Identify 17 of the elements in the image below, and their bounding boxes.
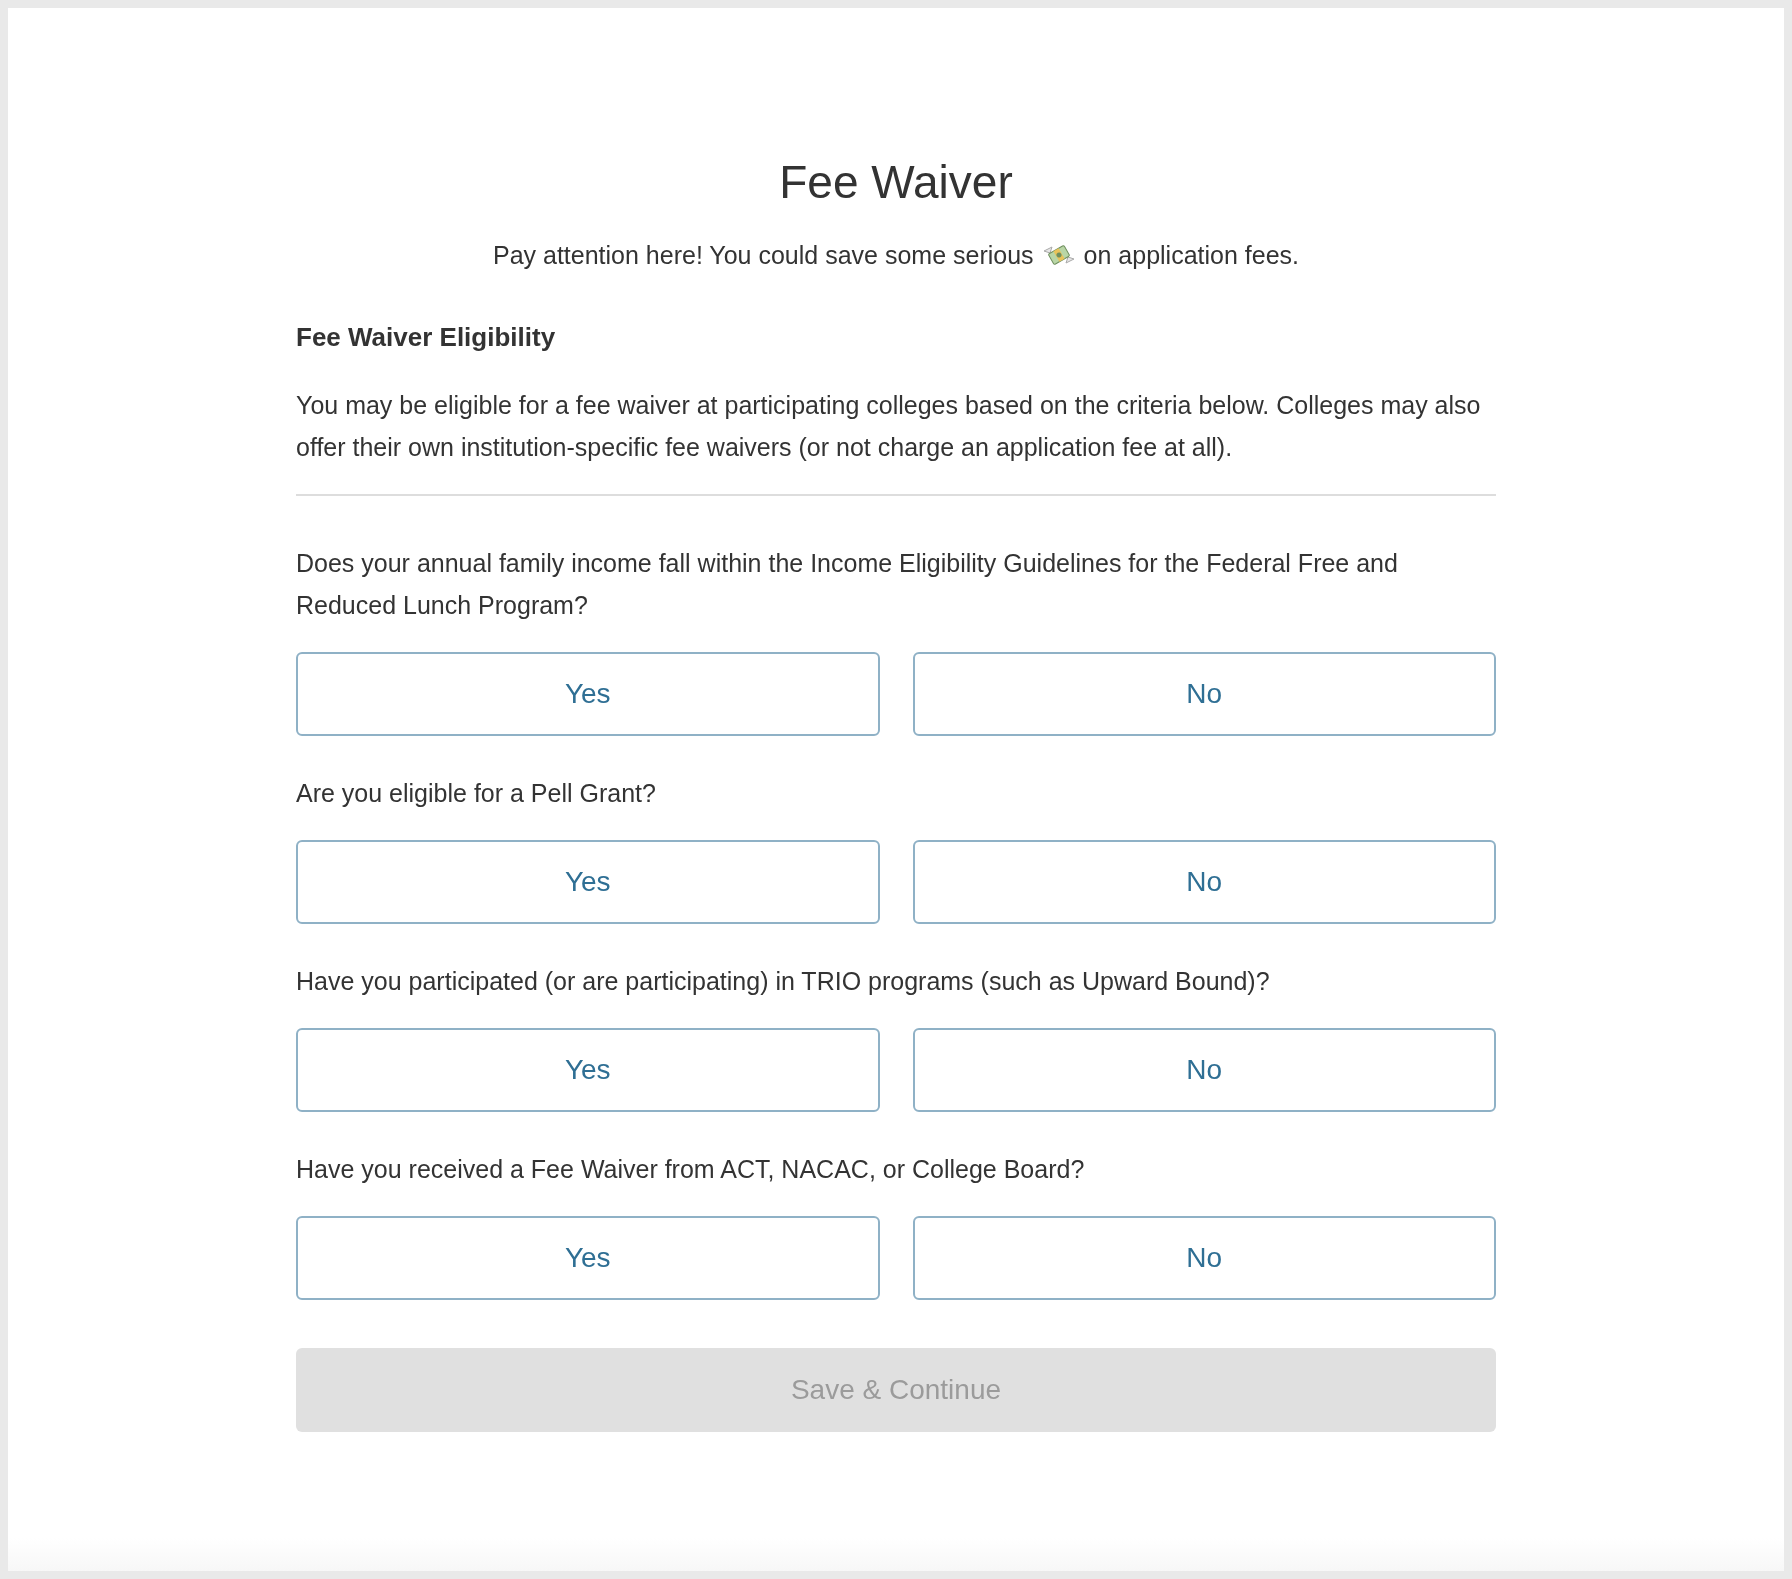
question-text: Have you received a Fee Waiver from ACT, NACAC, or College Board? bbox=[296, 1154, 1086, 1185]
page-title: Fee Waiver bbox=[779, 155, 1013, 210]
answer-option-button[interactable]: No bbox=[912, 1216, 1496, 1300]
question-text: Have you participated (or are participating) in TRIO programs (such as Upward Bound)? bbox=[296, 966, 1271, 997]
question-text: Does your annual family income fall within the Income Eligibility Guidelines for the Federal Free and Reduced Lunch Program? bbox=[296, 548, 1399, 621]
question-text: Are you eligible for a Pell Grant? bbox=[296, 778, 657, 809]
intro-text: Pay attention here! You could save some serious bbox=[492, 240, 1034, 271]
answer-option-button[interactable]: No bbox=[912, 840, 1496, 924]
answer-option-button[interactable]: Yes bbox=[296, 1216, 880, 1300]
answer-option-button[interactable]: No bbox=[912, 1028, 1496, 1112]
answer-option-button[interactable]: Yes bbox=[296, 840, 880, 924]
section-heading: Fee Waiver Eligibility bbox=[296, 321, 557, 354]
intro-text: on application fees. bbox=[1083, 240, 1300, 271]
section-description: You may be eligible for a fee waiver at participating colleges based on the criteria below. Colleges may also offer their own institution-specific fee waivers (or not charge an application fee at all). bbox=[296, 390, 1482, 463]
answer-option-button[interactable]: No bbox=[912, 652, 1496, 736]
answer-option-button[interactable]: Yes bbox=[296, 1028, 880, 1112]
answer-option-button[interactable]: Yes bbox=[296, 652, 880, 736]
